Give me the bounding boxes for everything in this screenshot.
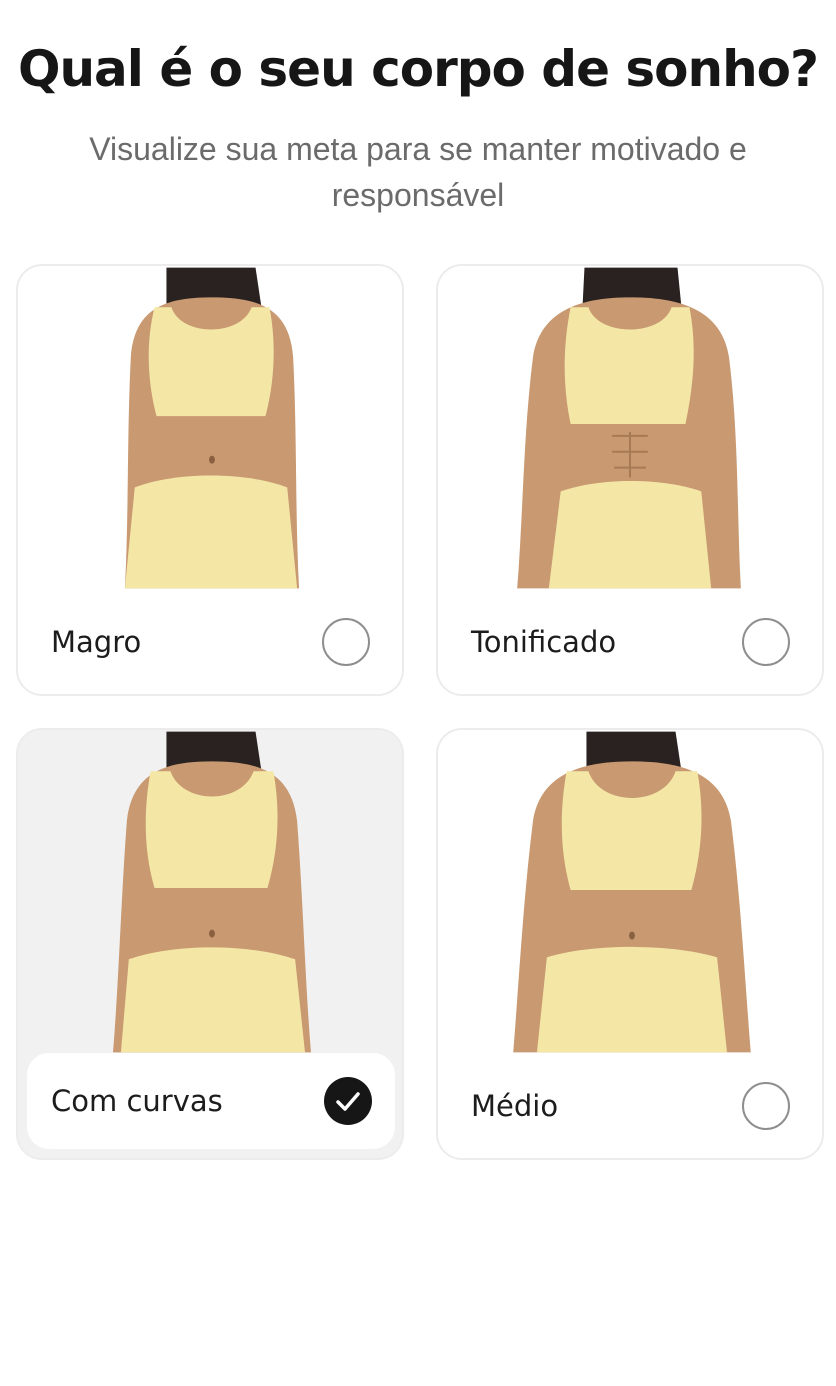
body-image-toned [517,267,741,589]
option-card-tonificado[interactable]: Tonificado [436,264,824,696]
option-label: Tonificado [471,625,617,659]
option-card-medio[interactable]: Médio [436,728,824,1160]
body-image-curvy [113,731,311,1053]
option-footer: Magro [18,590,402,694]
option-label: Médio [471,1089,559,1123]
option-footer: Com curvas [27,1053,395,1149]
option-card-magro[interactable]: Magro [16,264,404,696]
radio-unchecked-icon[interactable] [322,618,370,666]
option-card-com-curvas[interactable]: Com curvas [16,728,404,1160]
body-image-average [513,731,751,1053]
option-footer: Tonificado [438,590,822,694]
page-subtitle: Visualize sua meta para se manter motiva… [89,131,747,213]
check-glyph [336,1092,360,1111]
option-footer: Médio [438,1054,822,1158]
body-goal-screen: Qual é o seu corpo de sonho? Visualize s… [0,0,836,1386]
option-label: Magro [51,625,142,659]
page-title: Qual é o seu corpo de sonho? [17,40,819,98]
option-label: Com curvas [51,1084,223,1118]
body-image-slim [124,267,300,589]
checkmark-icon[interactable] [324,1077,372,1125]
radio-unchecked-icon[interactable] [742,1082,790,1130]
radio-unchecked-icon[interactable] [742,618,790,666]
